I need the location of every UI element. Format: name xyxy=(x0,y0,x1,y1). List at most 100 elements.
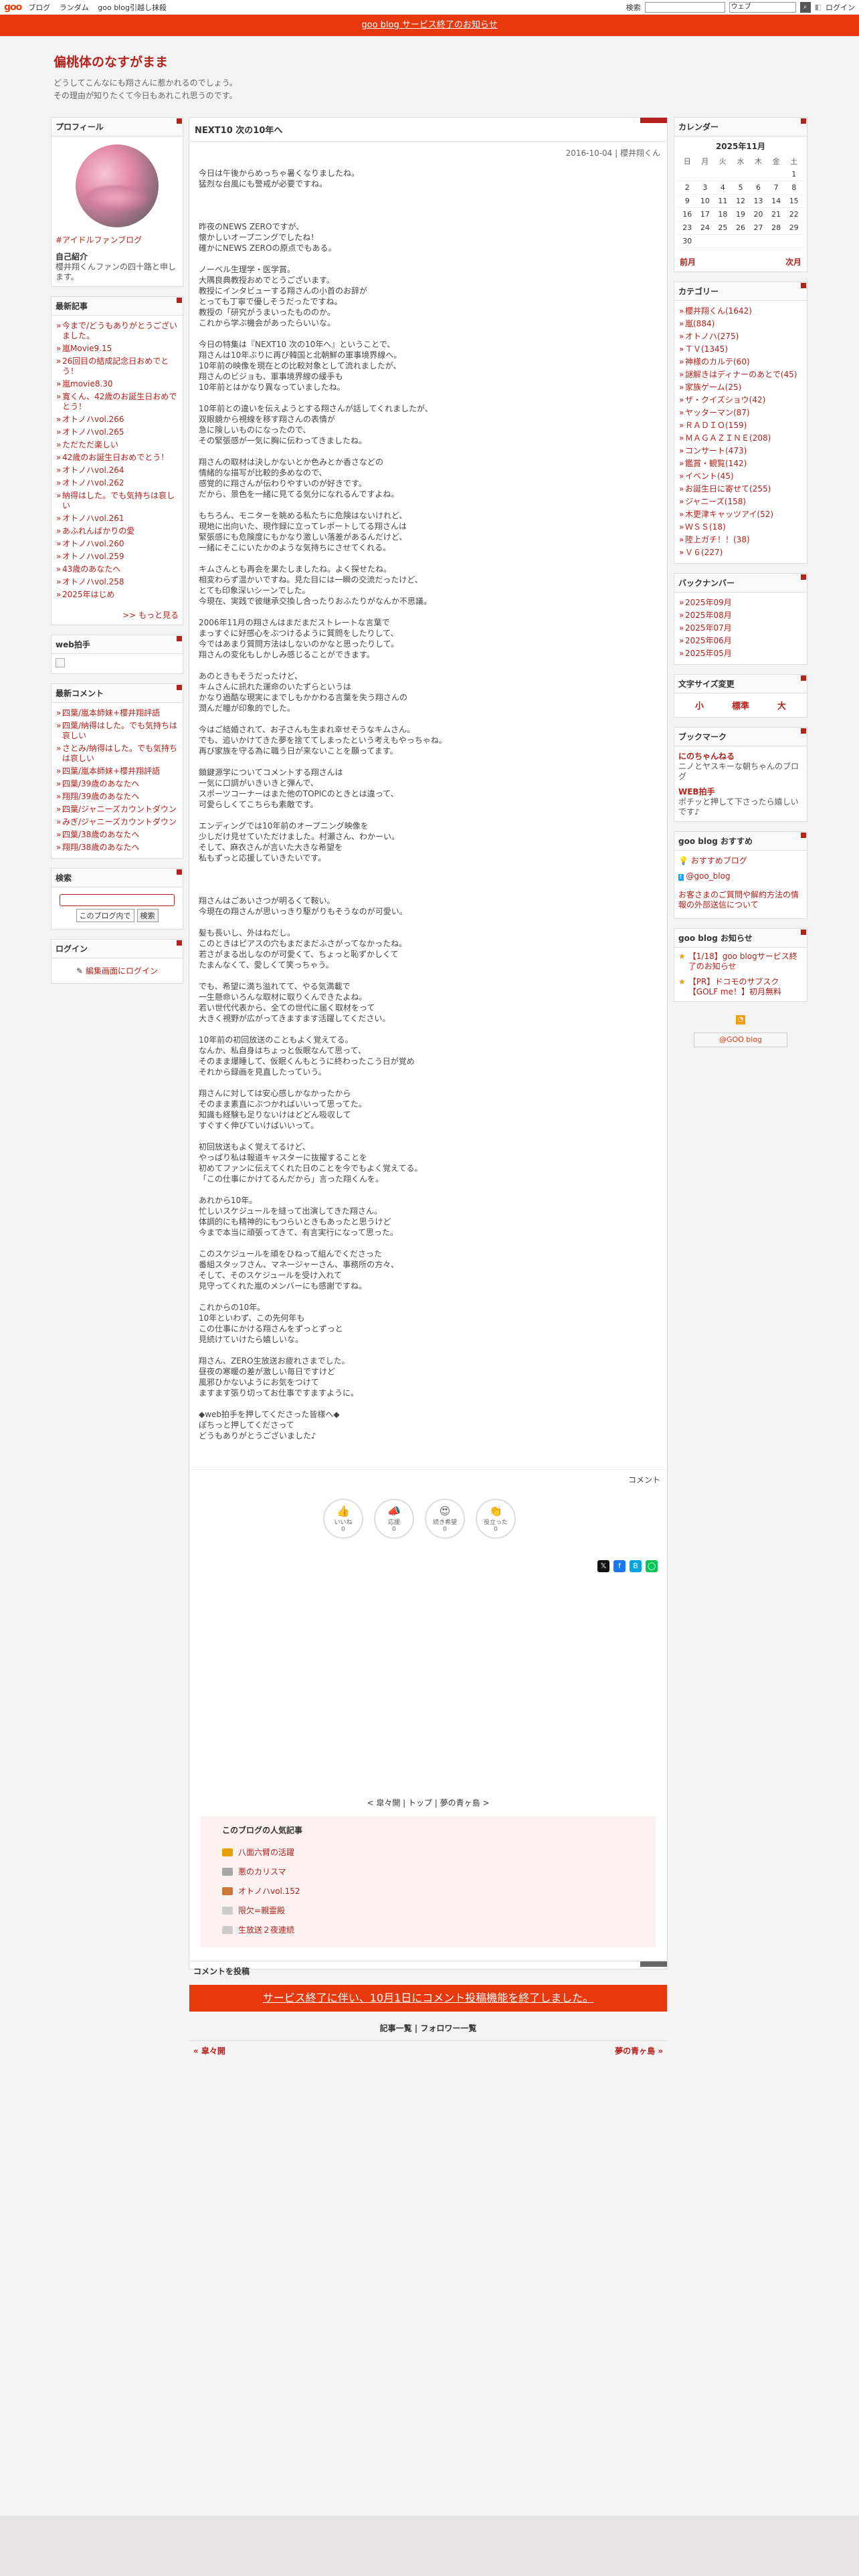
inquiry-link[interactable]: お客さまのご質問や解約方法の情報の外部送信について xyxy=(678,890,803,910)
category-item-link[interactable]: オトノハ(275) xyxy=(685,332,739,341)
recent-comment-link[interactable]: 四葉/納得はした。でも気持ちは哀しい xyxy=(62,721,177,740)
recent-entry-link[interactable]: オトノハvol.265 xyxy=(62,427,124,437)
bookmark-2-link[interactable]: WEB拍手 xyxy=(678,786,803,797)
recent-entry-link[interactable]: オトノハvol.259 xyxy=(62,552,124,561)
font-large-button[interactable]: 大 xyxy=(777,699,786,712)
more-entries-link[interactable]: >> もっと見る xyxy=(122,611,179,620)
category-item-link[interactable]: コンサート(473) xyxy=(685,446,747,455)
recent-entry-link[interactable]: オトノハvol.264 xyxy=(62,465,124,475)
calendar-prev[interactable]: 前月 xyxy=(680,256,696,267)
category-item-link[interactable]: ＲＡＤＩＯ(159) xyxy=(685,421,747,430)
backnumber-item-link[interactable]: 2025年05月 xyxy=(685,649,732,658)
service-end-notice-link[interactable]: goo blog サービス終了のお知らせ xyxy=(361,20,497,30)
recent-entry-link[interactable]: 26回目の結成記念日おめでとう！ xyxy=(62,356,169,376)
category-item-link[interactable]: ＴＶ(1345) xyxy=(685,344,728,354)
web-clap-image-icon[interactable] xyxy=(56,658,65,667)
comment-closed-notice[interactable]: サービス終了に伴い、10月1日にコメント投稿機能を終了しました。 xyxy=(189,1985,667,2012)
entry-title[interactable]: NEXT10 次の10年へ xyxy=(189,118,667,142)
prev-entry-link[interactable]: « 皐々開 xyxy=(193,2045,225,2056)
category-item-link[interactable]: 鑑賞・観覧(142) xyxy=(685,459,747,468)
search-icon[interactable]: ⌕ xyxy=(799,1,811,13)
recent-entry-link[interactable]: オトノハvol.262 xyxy=(62,478,124,488)
recent-entry-link[interactable]: オトノハvol.258 xyxy=(62,577,124,586)
font-medium-button[interactable]: 標準 xyxy=(732,699,749,712)
backnumber-item-link[interactable]: 2025年09月 xyxy=(685,598,732,607)
reaction-button[interactable]: 😍 続き希望 0 xyxy=(425,1499,465,1539)
category-item-link[interactable]: ＭＡＧＡＺＩＮＥ(208) xyxy=(685,433,771,443)
popular-item-link[interactable]: 悪のカリスマ xyxy=(238,1866,286,1877)
login-icon[interactable]: ◧ xyxy=(815,3,822,11)
reaction-button[interactable]: 👏 役立った 0 xyxy=(476,1499,516,1539)
recent-entry-link[interactable]: オトノハvol.260 xyxy=(62,539,124,548)
popular-item-link[interactable]: 八面六臂の活躍 xyxy=(238,1846,294,1858)
list-links[interactable]: 記事一覧 | フォロワー一覧 xyxy=(189,2016,667,2040)
facebook-share-icon[interactable]: f xyxy=(613,1560,626,1572)
category-item-link[interactable]: ヤッターマン(87) xyxy=(685,408,750,417)
category-item-link[interactable]: 陸上ガチ！！(38) xyxy=(685,535,750,544)
goo-blog-button[interactable]: @GOO blog xyxy=(694,1033,787,1047)
category-item-link[interactable]: ザ・クイズショウ(42) xyxy=(685,395,765,405)
topbar-nav-random[interactable]: ランダム xyxy=(60,3,89,12)
comment-link[interactable]: コメント xyxy=(189,1469,667,1489)
recent-entry-link[interactable]: あふれんばかりの愛 xyxy=(62,526,134,536)
popular-item-link[interactable]: 限欠=親霊殿 xyxy=(238,1905,285,1916)
category-item-link[interactable]: 神様のカルテ(60) xyxy=(685,357,750,366)
recent-comment-link[interactable]: 四葉/ジャニーズカウントダウン xyxy=(62,804,177,814)
category-item-link[interactable]: 謎解きはディナーのあとで(45) xyxy=(685,370,797,379)
category-item-link[interactable]: 櫻井翔くん(1642) xyxy=(685,306,752,316)
recent-comment-link[interactable]: 翔翔/38歳のあなたへ xyxy=(62,843,139,852)
recent-entry-link[interactable]: 寛くん、42歳のお誕生日おめでとう！ xyxy=(62,392,177,411)
topbar-nav-blog[interactable]: ブログ xyxy=(28,3,50,12)
reaction-button[interactable]: 📣 応援 0 xyxy=(374,1499,414,1539)
category-item-link[interactable]: お誕生日に寄せて(255) xyxy=(685,484,771,494)
recent-entry-link[interactable]: 納得はした。でも気持ちは哀しい xyxy=(62,491,175,510)
recent-comment-link[interactable]: 四葉/嵐本師妹+櫻井翔評語 xyxy=(62,708,160,718)
blog-title[interactable]: 偏桃体のなすがまま xyxy=(54,52,803,70)
recent-entry-link[interactable]: 42歳のお誕生日おめでとう！ xyxy=(62,453,169,462)
category-item-link[interactable]: ジャニーズ(158) xyxy=(685,497,746,506)
popular-item-link[interactable]: 生放送２夜連続 xyxy=(238,1924,294,1935)
next-entry-link[interactable]: 夢の青ヶ島 » xyxy=(615,2045,663,2056)
x-share-icon[interactable]: 𝕏 xyxy=(597,1560,609,1572)
bookmark-1-link[interactable]: にのちゃんねる xyxy=(678,750,803,762)
line-share-icon[interactable]: ◯ xyxy=(646,1560,658,1572)
recent-comment-link[interactable]: 翔翔/39歳のあなたへ xyxy=(62,792,139,801)
rss-icon[interactable]: ◔ xyxy=(674,1011,807,1027)
search-mode-select[interactable]: ウェブ xyxy=(729,1,796,13)
profile-tag-link[interactable]: #アイドルファンブログ xyxy=(56,234,179,245)
category-item-link[interactable]: 家族ゲーム(25) xyxy=(685,383,741,392)
category-item-link[interactable]: 嵐(884) xyxy=(685,319,714,328)
hatena-share-icon[interactable]: B xyxy=(630,1560,642,1572)
reaction-button[interactable]: 👍 いいね 0 xyxy=(323,1499,363,1539)
topbar-login-link[interactable]: ログイン xyxy=(826,2,855,13)
category-item-link[interactable]: イベント(45) xyxy=(685,471,734,481)
recommend-blog-link[interactable]: おすすめブログ xyxy=(691,856,747,865)
recent-entry-link[interactable]: 今まで/どうもありがとうございました。 xyxy=(62,321,177,340)
recent-entry-link[interactable]: 43歳のあなたへ xyxy=(62,564,120,574)
service-end-notice[interactable]: goo blog サービス終了のお知らせ xyxy=(0,15,859,36)
recent-entry-link[interactable]: ただただ楽しい xyxy=(62,440,118,449)
recent-entry-link[interactable]: 嵐Movie9.15 xyxy=(62,344,112,353)
entry-nav[interactable]: < 皐々開 | トップ | 夢の青ヶ島 > xyxy=(189,1797,667,1808)
backnumber-item-link[interactable]: 2025年07月 xyxy=(685,623,732,633)
recent-entry-link[interactable]: 2025年はじめ xyxy=(62,590,115,599)
category-item-link[interactable]: Ｖ６(227) xyxy=(685,548,723,557)
recent-comment-link[interactable]: 四葉/嵐本師妹+櫻井翔評語 xyxy=(62,766,160,776)
goo-blog-x-link[interactable]: @goo_blog xyxy=(686,871,730,881)
recent-comment-link[interactable]: さとみ/納得はした。でも気持ちは哀しい xyxy=(62,744,177,763)
category-item-link[interactable]: ＷＳＳ(18) xyxy=(685,522,726,532)
font-small-button[interactable]: 小 xyxy=(695,699,704,712)
popular-item-link[interactable]: オトノハvol.152 xyxy=(238,1885,300,1897)
goo-logo[interactable]: goo xyxy=(4,2,22,13)
calendar-next[interactable]: 次月 xyxy=(785,256,801,267)
recent-comment-link[interactable]: 四葉/38歳のあなたへ xyxy=(62,830,139,839)
recent-entry-link[interactable]: 嵐movie8.30 xyxy=(62,379,113,389)
blog-search-input[interactable] xyxy=(60,894,175,906)
search-scope-select[interactable]: このブログ内で xyxy=(76,909,134,922)
web-search-input[interactable] xyxy=(644,1,725,13)
recent-entry-link[interactable]: オトノハvol.261 xyxy=(62,514,124,523)
backnumber-item-link[interactable]: 2025年06月 xyxy=(685,636,732,645)
recent-comment-link[interactable]: 四葉/39歳のあなたへ xyxy=(62,779,139,788)
recent-comment-link[interactable]: みぎ/ジャニーズカウントダウン xyxy=(62,817,177,827)
backnumber-item-link[interactable]: 2025年08月 xyxy=(685,611,732,620)
